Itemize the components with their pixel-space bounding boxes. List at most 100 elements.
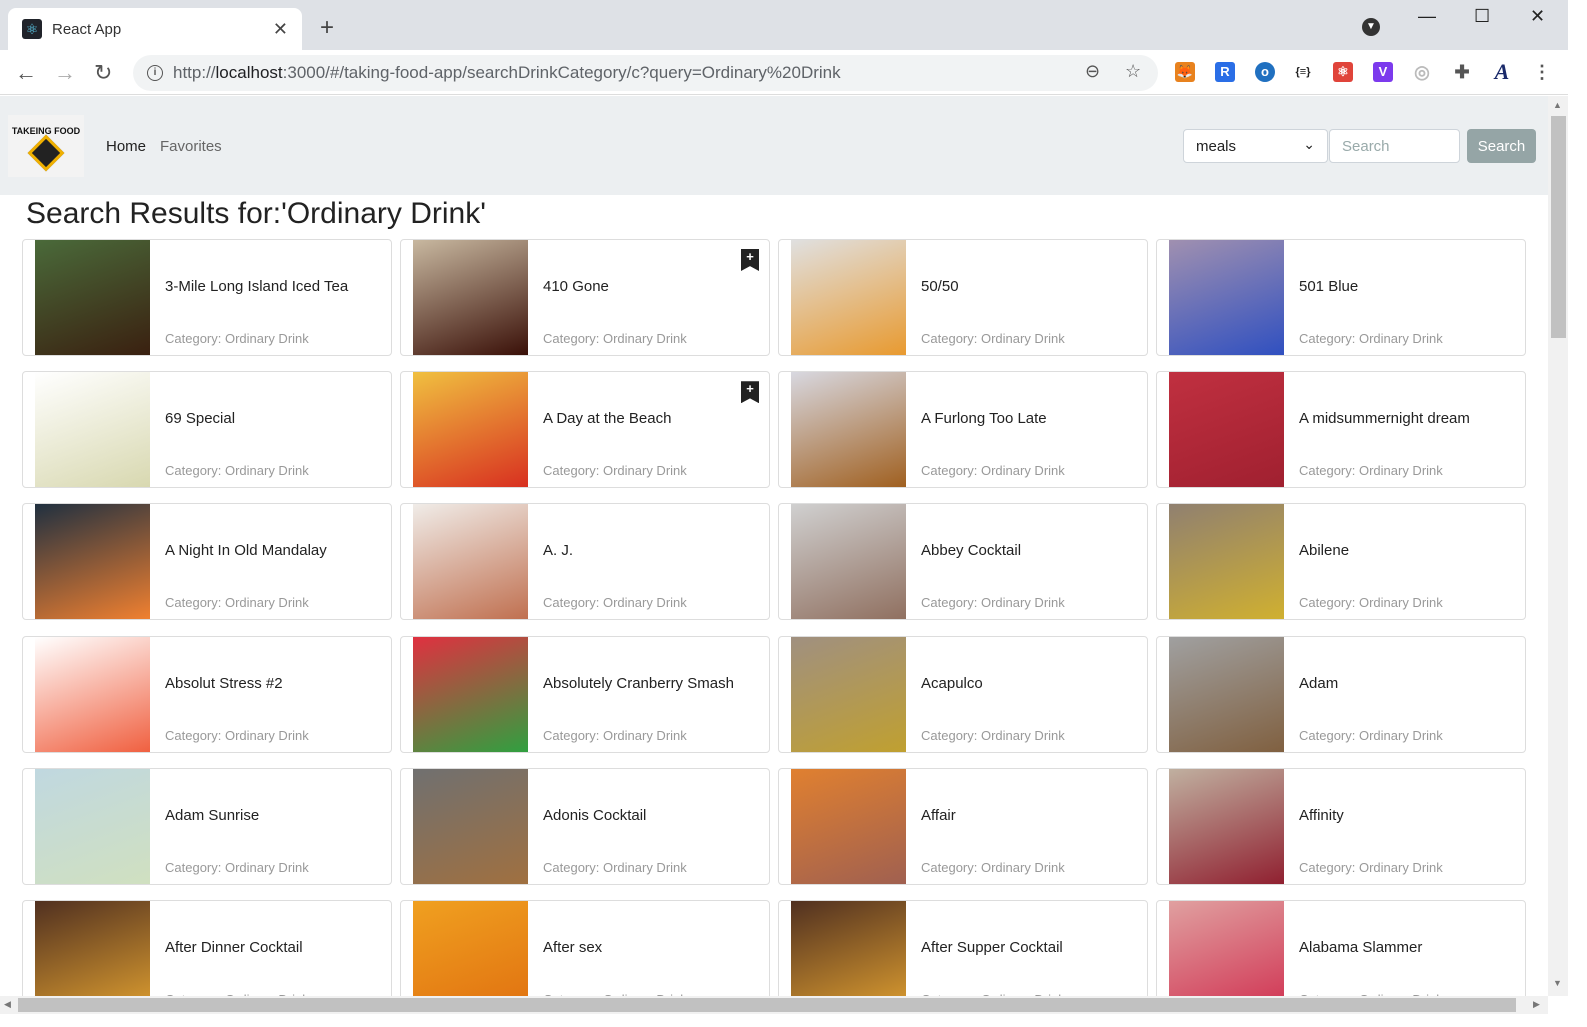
type-select[interactable]: meals ⌄ <box>1183 129 1328 163</box>
json-extension-icon[interactable]: {≡} <box>1293 62 1313 82</box>
drink-image[interactable] <box>413 901 528 996</box>
browser-tab[interactable]: ⚛ React App ✕ <box>8 8 302 50</box>
drink-name[interactable]: Absolutely Cranberry Smash <box>543 675 734 692</box>
drink-card[interactable]: A. J. Category: Ordinary Drink <box>400 503 770 621</box>
drink-card[interactable]: Alabama Slammer Category: Ordinary Drink <box>1156 900 1526 996</box>
zoom-icon[interactable]: ⊖ <box>1085 61 1100 82</box>
r-extension-icon[interactable]: R <box>1215 62 1235 82</box>
drink-image[interactable] <box>1169 504 1284 620</box>
drink-card[interactable]: A midsummernight dream Category: Ordinar… <box>1156 371 1526 489</box>
drink-image[interactable] <box>35 504 150 620</box>
drink-name[interactable]: 69 Special <box>165 410 235 427</box>
drink-image[interactable] <box>791 504 906 620</box>
bookmark-star-icon[interactable]: ☆ <box>1125 61 1141 82</box>
profile-icon[interactable]: A <box>1492 61 1512 83</box>
search-button[interactable]: Search <box>1467 129 1536 163</box>
drink-name[interactable]: Adonis Cocktail <box>543 807 646 824</box>
drink-image[interactable] <box>413 636 528 752</box>
drink-name[interactable]: A Day at the Beach <box>543 410 671 427</box>
url-bar[interactable]: i http://localhost:3000/#/taking-food-ap… <box>133 55 1158 91</box>
drink-image[interactable] <box>1169 636 1284 752</box>
drink-name[interactable]: After Supper Cocktail <box>921 939 1063 956</box>
drink-name[interactable]: 410 Gone <box>543 278 609 295</box>
drink-card[interactable]: Absolutely Cranberry Smash Category: Ord… <box>400 635 770 753</box>
extensions-puzzle-icon[interactable]: ✚ <box>1452 62 1472 82</box>
drink-image[interactable] <box>35 901 150 996</box>
drink-name[interactable]: Adam Sunrise <box>165 807 259 824</box>
drink-image[interactable] <box>791 636 906 752</box>
drink-card[interactable]: Adonis Cocktail Category: Ordinary Drink <box>400 767 770 885</box>
nav-favorites-link[interactable]: Favorites <box>160 138 222 155</box>
drink-image[interactable] <box>1169 240 1284 355</box>
scroll-right-icon[interactable]: ▶ <box>1533 999 1540 1010</box>
new-tab-icon[interactable]: + <box>320 14 334 42</box>
search-input[interactable] <box>1329 129 1460 163</box>
window-close-icon[interactable]: ✕ <box>1530 6 1545 27</box>
minimize-icon[interactable]: — <box>1418 6 1436 27</box>
vertical-scrollbar[interactable]: ▲ ▼ <box>1548 96 1568 996</box>
drink-image[interactable] <box>413 768 528 884</box>
drink-image[interactable] <box>35 240 150 355</box>
drink-name[interactable]: Abbey Cocktail <box>921 542 1021 559</box>
drink-card[interactable]: After Supper Cocktail Category: Ordinary… <box>778 900 1148 996</box>
drink-card[interactable]: After Dinner Cocktail Category: Ordinary… <box>22 900 392 996</box>
drink-card[interactable]: Abbey Cocktail Category: Ordinary Drink <box>778 503 1148 621</box>
drink-image[interactable] <box>413 372 528 488</box>
drink-name[interactable]: 501 Blue <box>1299 278 1358 295</box>
drink-image[interactable] <box>35 372 150 488</box>
drink-card[interactable]: Affair Category: Ordinary Drink <box>778 767 1148 885</box>
drink-image[interactable] <box>791 768 906 884</box>
drink-name[interactable]: 3-Mile Long Island Iced Tea <box>165 278 348 295</box>
drink-card[interactable]: Adam Category: Ordinary Drink <box>1156 635 1526 753</box>
vertical-scroll-thumb[interactable] <box>1551 116 1566 338</box>
react-devtools-extension-icon[interactable]: ⚛ <box>1333 62 1353 82</box>
circle-extension-icon[interactable]: o <box>1255 62 1275 82</box>
drink-name[interactable]: A midsummernight dream <box>1299 410 1470 427</box>
horizontal-scroll-thumb[interactable] <box>18 998 1516 1012</box>
drink-card[interactable]: Acapulco Category: Ordinary Drink <box>778 635 1148 753</box>
drink-card[interactable]: 69 Special Category: Ordinary Drink <box>22 371 392 489</box>
drink-name[interactable]: Absolut Stress #2 <box>165 675 283 692</box>
drink-image[interactable] <box>35 636 150 752</box>
drink-image[interactable] <box>791 240 906 355</box>
drink-name[interactable]: 50/50 <box>921 278 959 295</box>
drink-name[interactable]: After sex <box>543 939 602 956</box>
url-text[interactable]: http://localhost:3000/#/taking-food-app/… <box>173 63 841 83</box>
drink-image[interactable] <box>35 768 150 884</box>
forward-icon[interactable]: → <box>54 60 76 86</box>
drink-name[interactable]: A. J. <box>543 542 573 559</box>
drink-card[interactable]: After sex Category: Ordinary Drink <box>400 900 770 996</box>
drink-card[interactable]: 410 Gone Category: Ordinary Drink + <box>400 239 770 356</box>
drink-name[interactable]: Affair <box>921 807 956 824</box>
reload-icon[interactable]: ↻ <box>94 60 112 86</box>
back-icon[interactable]: ← <box>15 60 37 86</box>
scroll-down-icon[interactable]: ▼ <box>1553 978 1562 988</box>
drink-image[interactable] <box>413 240 528 355</box>
drink-image[interactable] <box>1169 901 1284 996</box>
scroll-up-icon[interactable]: ▲ <box>1553 100 1562 110</box>
drink-name[interactable]: Acapulco <box>921 675 983 692</box>
drink-image[interactable] <box>1169 372 1284 488</box>
drink-image[interactable] <box>791 372 906 488</box>
drink-card[interactable]: 501 Blue Category: Ordinary Drink <box>1156 239 1526 356</box>
horizontal-scrollbar[interactable]: ◀ ▶ <box>0 996 1548 1014</box>
nav-home-link[interactable]: Home <box>106 138 146 155</box>
drink-image[interactable] <box>1169 768 1284 884</box>
drink-card[interactable]: A Day at the Beach Category: Ordinary Dr… <box>400 371 770 489</box>
drink-name[interactable]: Adam <box>1299 675 1338 692</box>
drink-name[interactable]: Alabama Slammer <box>1299 939 1422 956</box>
v-extension-icon[interactable]: V <box>1373 62 1393 82</box>
drink-card[interactable]: A Night In Old Mandalay Category: Ordina… <box>22 503 392 621</box>
drink-card[interactable]: Adam Sunrise Category: Ordinary Drink <box>22 767 392 885</box>
drink-image[interactable] <box>413 504 528 620</box>
bookmark-add-icon[interactable]: + <box>741 249 759 271</box>
drink-card[interactable]: 50/50 Category: Ordinary Drink <box>778 239 1148 356</box>
drink-card[interactable]: Abilene Category: Ordinary Drink <box>1156 503 1526 621</box>
drink-card[interactable]: A Furlong Too Late Category: Ordinary Dr… <box>778 371 1148 489</box>
menu-kebab-icon[interactable]: ⋮ <box>1532 62 1552 82</box>
target-extension-icon[interactable]: ◎ <box>1412 62 1432 82</box>
drink-card[interactable]: Absolut Stress #2 Category: Ordinary Dri… <box>22 635 392 753</box>
close-tab-icon[interactable]: ✕ <box>273 19 288 40</box>
drink-name[interactable]: Affinity <box>1299 807 1344 824</box>
drink-card[interactable]: 3-Mile Long Island Iced Tea Category: Or… <box>22 239 392 356</box>
